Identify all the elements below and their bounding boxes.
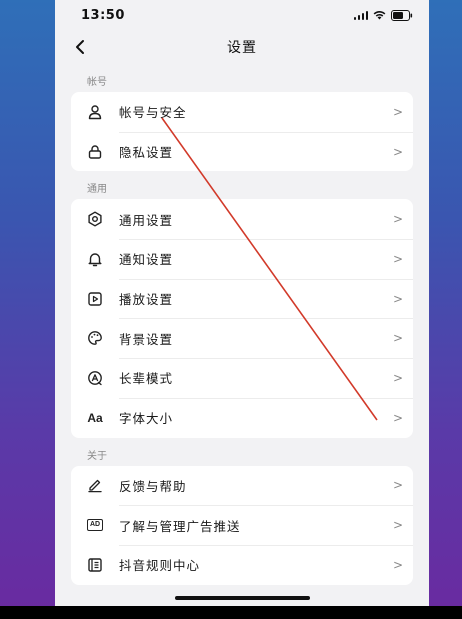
chevron-right-icon: > (392, 478, 404, 493)
signal-icon (353, 10, 368, 20)
home-indicator (175, 596, 310, 600)
card-about: 反馈与帮助 > AD 了解与管理广告推送 > 抖音规则中心 > (71, 465, 413, 585)
settings-item-general[interactable]: 通用设置 > (71, 199, 413, 239)
bottom-black-bar (0, 606, 462, 619)
chevron-right-icon: > (392, 518, 404, 533)
section-label-about: 关于 (87, 450, 107, 462)
settings-item-label: 播放设置 (119, 292, 174, 308)
chevron-left-icon[interactable] (69, 36, 91, 58)
card-account: 帐号与安全 > 隐私设置 > (71, 92, 413, 172)
chevron-right-icon: > (392, 331, 404, 346)
chevron-right-icon: > (392, 104, 404, 119)
play-icon (71, 291, 119, 307)
settings-item-account-security[interactable]: 帐号与安全 > (71, 92, 413, 132)
settings-item-playback[interactable]: 播放设置 > (71, 278, 413, 319)
chevron-right-icon: > (392, 410, 404, 425)
settings-item-font-size[interactable]: Aa 字体大小 > (71, 397, 413, 438)
ad-icon: AD (71, 519, 119, 532)
gear-icon (71, 211, 119, 227)
chevron-right-icon: > (392, 144, 404, 159)
wifi-icon (373, 10, 386, 20)
settings-item-label: 背景设置 (119, 331, 174, 347)
settings-item-label: 隐私设置 (119, 145, 174, 161)
settings-item-ad-management[interactable]: AD 了解与管理广告推送 > (71, 505, 413, 545)
bell-icon (71, 251, 119, 267)
settings-item-label: 通用设置 (119, 212, 174, 228)
settings-item-label: 通知设置 (119, 252, 174, 268)
chevron-right-icon: > (392, 370, 404, 385)
settings-item-label: 帐号与安全 (119, 105, 187, 121)
ad-icon-text: AD (86, 519, 104, 532)
elder-mode-icon (71, 370, 119, 386)
chevron-right-icon: > (392, 557, 404, 572)
settings-item-label: 反馈与帮助 (119, 478, 187, 494)
section-label-account: 帐号 (87, 77, 107, 88)
page-title: 设置 (227, 40, 257, 56)
settings-item-label: 字体大小 (119, 411, 174, 427)
section-label-general: 通用 (87, 184, 107, 196)
lock-icon (71, 144, 119, 160)
status-icons (353, 9, 414, 21)
status-time: 13:50 (81, 7, 125, 23)
settings-screen: 13:50 设置 帐号 帐号与安全 > 隐私设置 > 通用 通用设置 > 通知设… (55, 0, 429, 606)
nav-bar: 设置 (55, 30, 429, 64)
settings-item-privacy[interactable]: 隐私设置 > (71, 131, 413, 172)
chevron-right-icon: > (392, 291, 404, 306)
rules-icon (71, 557, 119, 573)
settings-item-label: 了解与管理广告推送 (119, 518, 241, 534)
card-general: 通用设置 > 通知设置 > 播放设置 > 背景设置 > 长辈模式 > Aa 字体… (71, 199, 413, 438)
settings-item-notification[interactable]: 通知设置 > (71, 239, 413, 279)
settings-item-label: 长辈模式 (119, 371, 174, 387)
palette-icon (71, 330, 119, 346)
user-icon (71, 104, 119, 120)
settings-item-elder-mode[interactable]: 长辈模式 > (71, 358, 413, 398)
pencil-icon (71, 477, 119, 493)
chevron-right-icon: > (392, 212, 404, 227)
settings-item-rules-center[interactable]: 抖音规则中心 > (71, 544, 413, 585)
font-size-icon: Aa (87, 410, 103, 425)
chevron-right-icon: > (392, 251, 404, 266)
battery-icon (391, 9, 413, 21)
settings-item-label: 抖音规则中心 (119, 558, 201, 574)
settings-item-background[interactable]: 背景设置 > (71, 318, 413, 358)
status-bar: 13:50 (55, 0, 429, 30)
settings-item-feedback[interactable]: 反馈与帮助 > (71, 466, 413, 506)
